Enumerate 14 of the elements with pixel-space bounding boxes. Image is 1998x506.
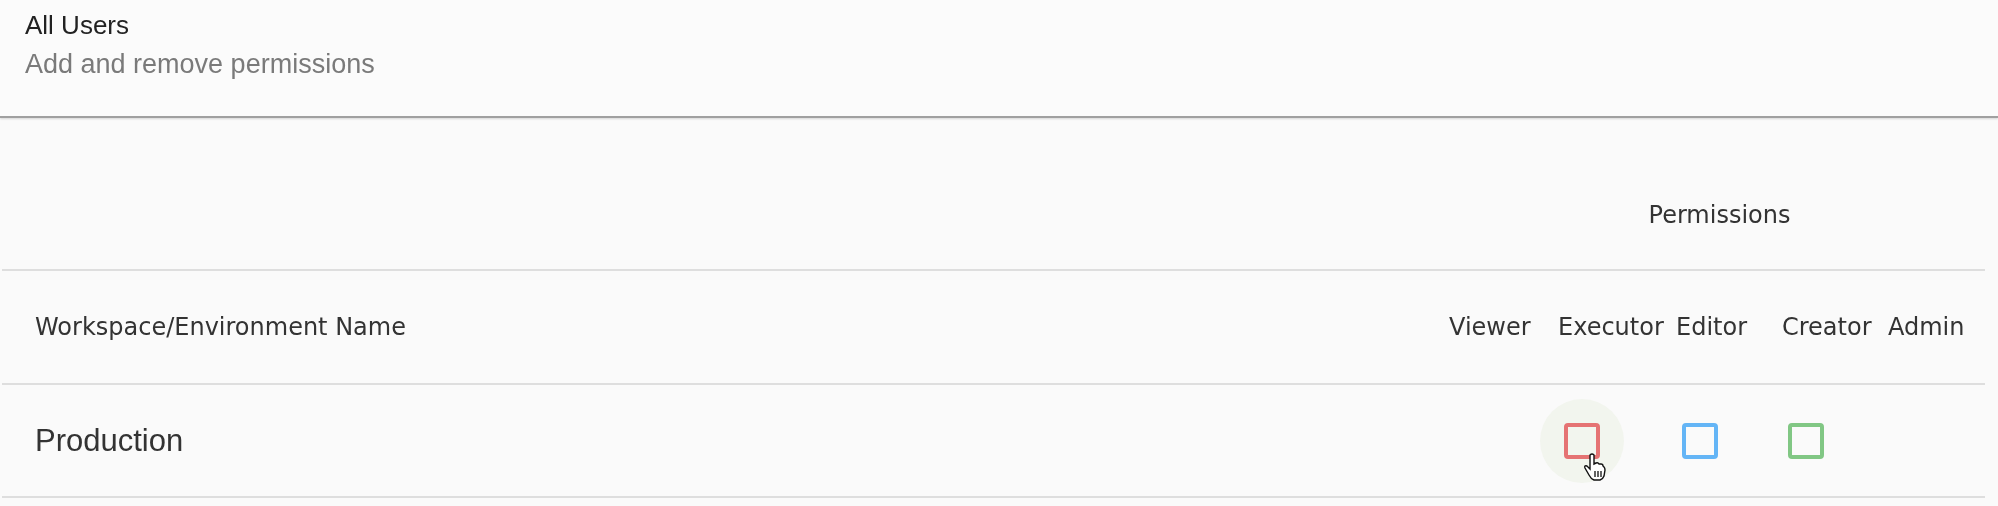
checkbox[interactable] [1788, 422, 1824, 459]
pointer-hand-icon [1584, 452, 1606, 481]
column-header: Creator [1782, 313, 1873, 341]
column-group-heading: Permissions [1648, 201, 1791, 231]
column-header: Viewer [1449, 313, 1532, 341]
column-header: Workspace/Environment Name [35, 313, 407, 341]
checkbox[interactable] [1564, 422, 1600, 459]
column-header: Editor [1676, 313, 1749, 341]
column-header: Executor [1558, 313, 1665, 341]
page-title: All Users [25, 9, 130, 41]
column-header: Admin [1888, 313, 1966, 341]
table-cell-text: Production [35, 422, 185, 459]
page-subtitle: Add and remove permissions [25, 49, 376, 80]
checkbox[interactable] [1682, 422, 1718, 459]
